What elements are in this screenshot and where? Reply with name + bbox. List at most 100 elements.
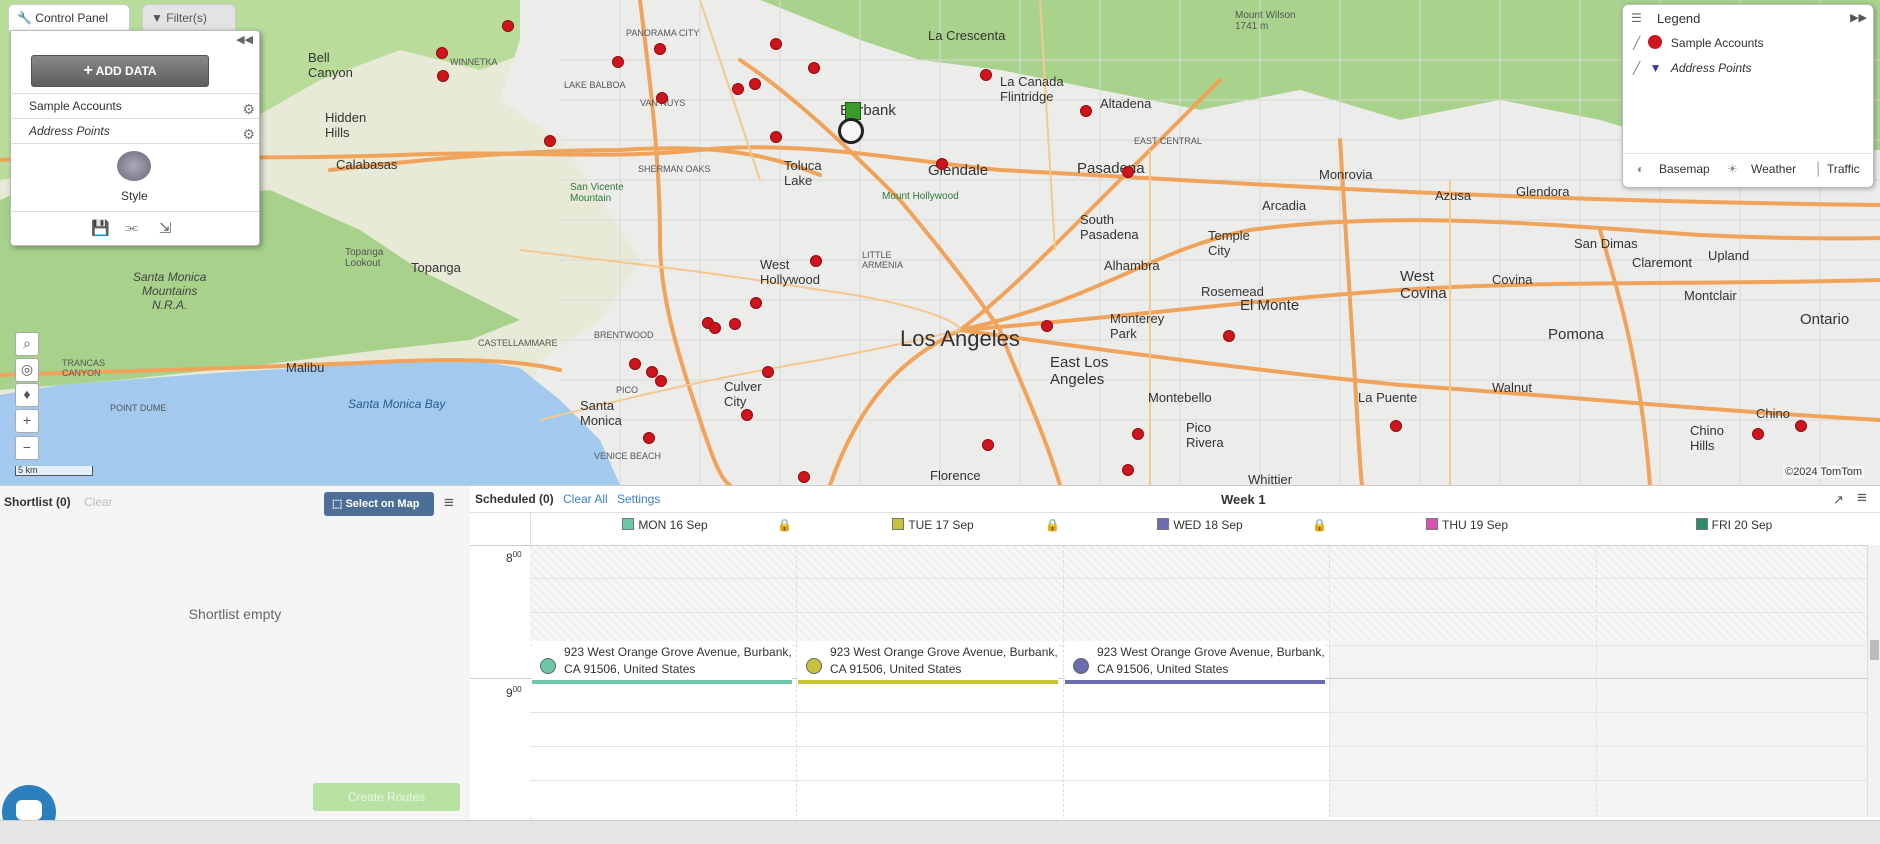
sample-account-marker[interactable] bbox=[810, 255, 822, 267]
sample-account-marker[interactable] bbox=[980, 69, 992, 81]
sample-account-marker[interactable] bbox=[436, 47, 448, 59]
sample-account-marker[interactable] bbox=[656, 92, 668, 104]
sample-account-marker[interactable] bbox=[1041, 320, 1053, 332]
sample-account-marker[interactable] bbox=[936, 158, 948, 170]
zoom-in-button[interactable]: + bbox=[15, 409, 39, 433]
appointment-wed[interactable]: 923 West Orange Grove Avenue, Burbank, CA… bbox=[1065, 644, 1325, 684]
sample-account-marker[interactable] bbox=[741, 409, 753, 421]
create-routes-button[interactable]: Create Routes bbox=[313, 783, 460, 811]
appointment-mon[interactable]: 923 West Orange Grove Avenue, Burbank, CA… bbox=[532, 644, 792, 684]
sample-account-marker[interactable] bbox=[808, 62, 820, 74]
collapse-panel-icon[interactable]: ◀◀ bbox=[236, 33, 253, 46]
share-icon[interactable]: ⫘ bbox=[125, 219, 139, 236]
day-color-swatch bbox=[1157, 518, 1170, 530]
map-label: Covina bbox=[1492, 272, 1533, 287]
map-label: BRENTWOOD bbox=[594, 330, 654, 340]
select-on-map-button[interactable]: ⬚ Select on Map bbox=[324, 492, 434, 516]
zoom-box-icon[interactable]: ⌕ bbox=[15, 332, 39, 356]
map-canvas[interactable]: Bell Canyon WINNETKA PANORAMA CITY LAKE B… bbox=[0, 0, 1880, 485]
basemap-button[interactable]: Basemap bbox=[1659, 162, 1710, 176]
traffic-icon[interactable]: │ bbox=[1815, 162, 1823, 176]
map-label: EAST CENTRAL bbox=[1134, 136, 1202, 146]
sample-account-marker[interactable] bbox=[1390, 420, 1402, 432]
layer-address-points[interactable]: Address Points ⚙ bbox=[11, 118, 259, 143]
sample-account-marker[interactable] bbox=[629, 358, 641, 370]
day-label: TUE 17 Sep bbox=[908, 518, 974, 532]
sample-account-marker[interactable] bbox=[732, 83, 744, 95]
legend-item-sample-accounts[interactable]: ╱ Sample Accounts bbox=[1633, 33, 1764, 53]
sample-account-marker[interactable] bbox=[1122, 464, 1134, 476]
schedule-menu-icon[interactable]: ≡ bbox=[1857, 488, 1867, 508]
sample-account-marker[interactable] bbox=[1752, 428, 1764, 440]
sample-account-marker[interactable] bbox=[770, 38, 782, 50]
sample-account-marker[interactable] bbox=[770, 131, 782, 143]
tab-control-panel[interactable]: 🔧 Control Panel bbox=[8, 4, 130, 31]
map-label: Topanga bbox=[411, 260, 461, 275]
settings-link[interactable]: Settings bbox=[617, 492, 660, 506]
map-label: VENICE BEACH bbox=[594, 451, 662, 461]
export-icon[interactable]: ⇲ bbox=[159, 219, 172, 237]
map-label: La Canada Flintridge bbox=[1000, 74, 1064, 104]
sample-account-marker[interactable] bbox=[798, 471, 810, 483]
sample-account-marker[interactable] bbox=[749, 78, 761, 90]
sample-account-marker[interactable] bbox=[612, 56, 624, 68]
calendar-scrollbar[interactable] bbox=[1867, 545, 1880, 817]
weather-icon[interactable]: ☀ bbox=[1727, 162, 1738, 176]
sample-account-marker[interactable] bbox=[1080, 105, 1092, 117]
footer-bar bbox=[0, 820, 1880, 844]
sample-account-marker[interactable] bbox=[1122, 166, 1134, 178]
sample-account-marker[interactable] bbox=[1223, 330, 1235, 342]
locate-icon[interactable]: ◎ bbox=[15, 358, 39, 382]
brush-icon[interactable]: ╱ bbox=[1633, 36, 1640, 50]
add-data-button[interactable]: + ADD DATA bbox=[31, 55, 209, 87]
sample-account-marker[interactable] bbox=[729, 318, 741, 330]
status-dot bbox=[540, 658, 556, 674]
map-label: SHERMAN OAKS bbox=[638, 164, 711, 174]
expand-icon[interactable]: ↗ bbox=[1833, 492, 1844, 508]
style-palette-icon[interactable] bbox=[117, 151, 151, 181]
weather-button[interactable]: Weather bbox=[1751, 162, 1796, 176]
menu-icon[interactable]: ≡ bbox=[444, 493, 454, 513]
sample-account-marker[interactable] bbox=[643, 432, 655, 444]
brush-icon[interactable]: ╱ bbox=[1633, 61, 1640, 75]
map-label: Calabasas bbox=[336, 157, 398, 172]
sample-account-marker[interactable] bbox=[502, 20, 514, 32]
sample-account-marker[interactable] bbox=[762, 366, 774, 378]
appointment-tue[interactable]: 923 West Orange Grove Avenue, Burbank, CA… bbox=[798, 644, 1058, 684]
sample-account-marker[interactable] bbox=[709, 322, 721, 334]
layer-label: Address Points bbox=[29, 124, 110, 138]
save-warning-icon[interactable]: 💾 bbox=[91, 219, 110, 237]
tab-filters[interactable]: ▼ Filter(s) bbox=[142, 4, 236, 31]
day-header-wed[interactable]: WED 18 Sep 🔒 bbox=[1067, 512, 1333, 539]
lock-icon[interactable]: 🔒 bbox=[1312, 512, 1327, 539]
sample-account-marker[interactable] bbox=[1795, 420, 1807, 432]
map-label: Azusa bbox=[1435, 188, 1472, 203]
drag-cursor-icon bbox=[838, 118, 864, 144]
zoom-out-button[interactable]: − bbox=[15, 436, 39, 460]
shortlist-clear-link[interactable]: Clear bbox=[84, 495, 113, 509]
globe-icon[interactable]: ◐ bbox=[1637, 162, 1644, 176]
clear-all-link[interactable]: Clear All bbox=[563, 492, 608, 506]
sample-account-marker[interactable] bbox=[437, 70, 449, 82]
sample-account-marker[interactable] bbox=[544, 135, 556, 147]
layer-sample-accounts[interactable]: Sample Accounts ⚙ bbox=[11, 93, 259, 118]
day-header-fri[interactable]: FRI 20 Sep bbox=[1601, 512, 1867, 539]
day-header-tue[interactable]: TUE 17 Sep 🔒 bbox=[800, 512, 1066, 539]
lock-icon[interactable]: 🔒 bbox=[777, 512, 792, 539]
sample-account-marker[interactable] bbox=[982, 439, 994, 451]
scrollbar-thumb[interactable] bbox=[1870, 640, 1879, 660]
sample-account-marker[interactable] bbox=[1132, 428, 1144, 440]
day-header-mon[interactable]: MON 16 Sep 🔒 bbox=[532, 512, 798, 539]
legend-label: Sample Accounts bbox=[1670, 36, 1764, 50]
day-header-thu[interactable]: THU 19 Sep bbox=[1334, 512, 1600, 539]
sample-account-marker[interactable] bbox=[655, 375, 667, 387]
lock-icon[interactable]: 🔒 bbox=[1045, 512, 1060, 539]
select-box-icon: ⬚ bbox=[332, 498, 343, 510]
traffic-button[interactable]: Traffic bbox=[1827, 162, 1860, 176]
sample-account-marker[interactable] bbox=[750, 297, 762, 309]
collapse-legend-icon[interactable]: ▶▶ bbox=[1850, 11, 1867, 24]
sample-account-marker[interactable] bbox=[654, 43, 666, 55]
compass-icon[interactable]: ♦ bbox=[15, 383, 39, 407]
legend-item-address-points[interactable]: ╱ ▼ Address Points bbox=[1633, 58, 1752, 78]
map-label: Florence bbox=[930, 468, 981, 483]
